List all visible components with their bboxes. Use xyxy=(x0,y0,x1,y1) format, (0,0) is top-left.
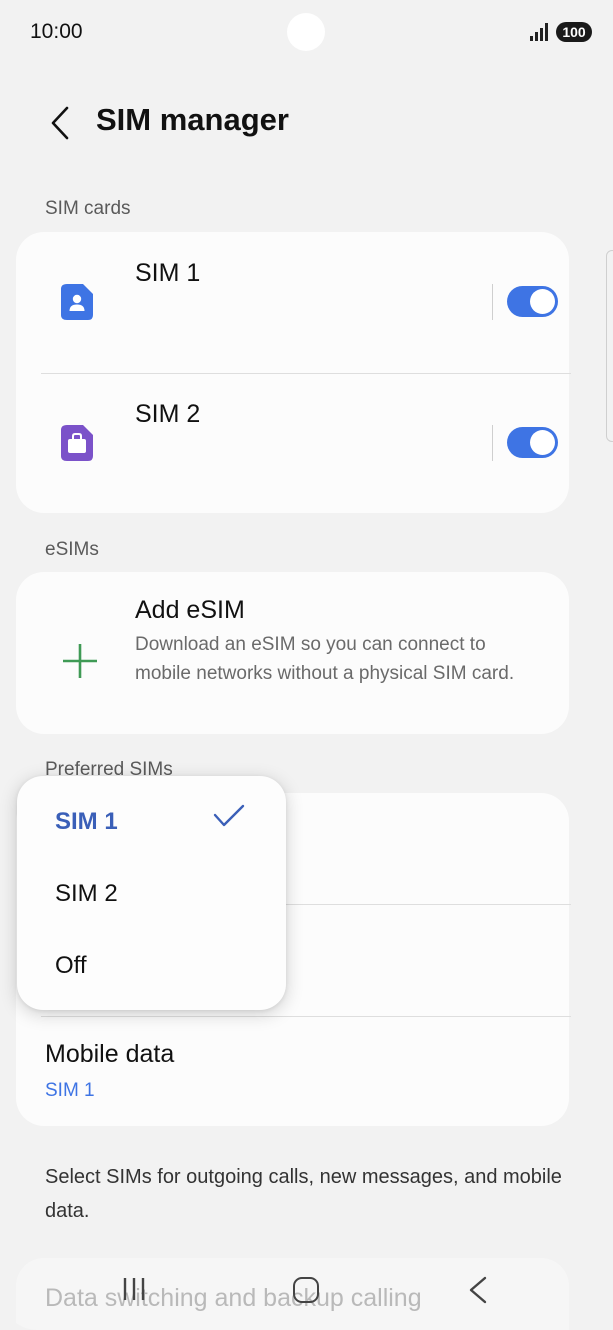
mobile-data-row[interactable]: Mobile data SIM 1 xyxy=(16,1017,569,1125)
nav-back-icon[interactable] xyxy=(467,1276,489,1304)
scrollbar[interactable] xyxy=(606,250,613,442)
sim-row-1[interactable]: SIM 1 xyxy=(16,232,569,372)
add-esim-description: Download an eSIM so you can connect to m… xyxy=(135,634,515,684)
dropdown-option-sim-2[interactable]: SIM 2 xyxy=(55,880,118,908)
checkmark-icon xyxy=(213,804,245,827)
sim-select-dropdown: SIM 1 SIM 2 Off xyxy=(17,776,286,1010)
sim-name: SIM 2 xyxy=(135,400,201,428)
recents-icon[interactable] xyxy=(120,1276,148,1302)
mobile-data-value: SIM 1 xyxy=(45,1080,95,1101)
dropdown-option-sim-1[interactable]: SIM 1 xyxy=(55,808,118,836)
toggle-knob xyxy=(530,289,555,314)
section-label-esims: eSIMs xyxy=(45,539,99,560)
section-label-sim-cards: SIM cards xyxy=(45,198,131,219)
status-time: 10:00 xyxy=(30,20,83,43)
sim-name: SIM 1 xyxy=(135,259,201,287)
add-esim-title: Add eSIM xyxy=(135,596,245,624)
page-title: SIM manager xyxy=(96,102,289,137)
mobile-data-title: Mobile data xyxy=(45,1040,175,1068)
add-esim-card[interactable]: Add eSIM Download an eSIM so you can con… xyxy=(16,572,569,734)
chevron-left-icon xyxy=(51,106,69,140)
work-sim-icon xyxy=(61,425,93,461)
sim-cards-card: SIM 1 SIM 2 xyxy=(16,232,571,513)
home-icon[interactable] xyxy=(293,1277,319,1303)
divider xyxy=(492,284,493,320)
signal-icon xyxy=(530,23,548,41)
camera-cutout xyxy=(287,13,325,51)
divider xyxy=(492,425,493,461)
person-sim-icon xyxy=(61,284,93,320)
phone-screen: 10:00 100 SIM manager SIM cards SIM 1 SI… xyxy=(0,0,613,1330)
sim-row-2[interactable]: SIM 2 xyxy=(16,373,569,513)
battery-level: 100 xyxy=(562,24,586,40)
battery-icon: 100 xyxy=(556,22,592,42)
sim-1-toggle[interactable] xyxy=(507,286,558,317)
toggle-knob xyxy=(530,430,555,455)
data-switching-title: Data switching and backup calling xyxy=(45,1284,422,1312)
sim-2-toggle[interactable] xyxy=(507,427,558,458)
dropdown-option-off[interactable]: Off xyxy=(55,952,87,980)
footnote-text: Select SIMs for outgoing calls, new mess… xyxy=(45,1166,562,1222)
plus-icon xyxy=(63,644,97,678)
back-button[interactable] xyxy=(40,101,80,145)
